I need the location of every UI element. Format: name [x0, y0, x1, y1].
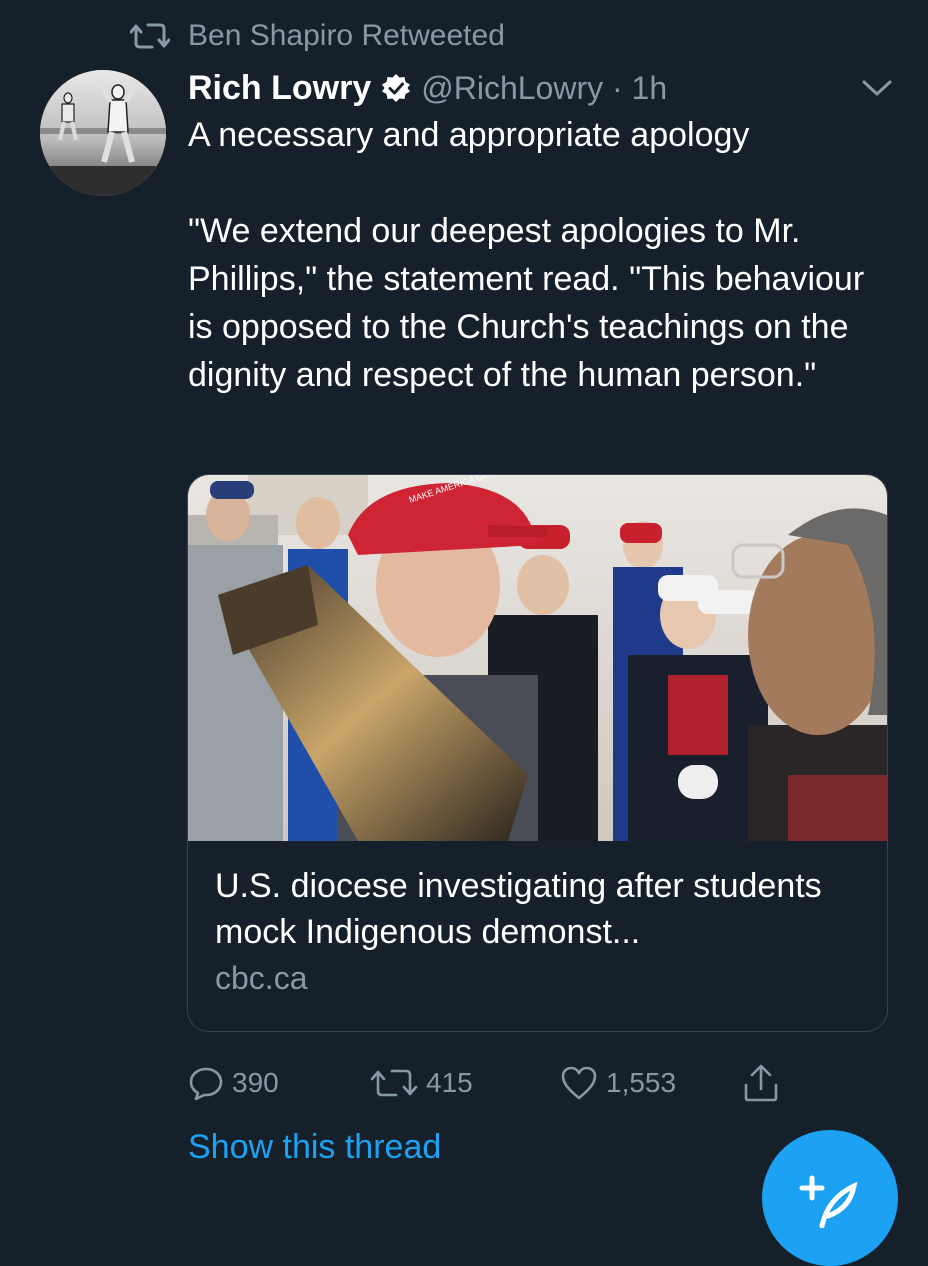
retweet-icon	[130, 23, 170, 49]
avatar-image	[40, 70, 166, 196]
compose-tweet-button[interactable]	[762, 1130, 898, 1266]
compose-feather-icon	[799, 1175, 858, 1228]
like-button[interactable]: 1,553	[560, 1060, 676, 1106]
share-button[interactable]	[742, 1060, 788, 1106]
card-title: U.S. diocese investigating after student…	[215, 867, 822, 951]
share-icon	[744, 1064, 778, 1102]
retweet-button[interactable]: 415	[370, 1060, 473, 1106]
like-count: 1,553	[606, 1067, 677, 1098]
handle-and-time[interactable]: @RichLowry · 1h	[421, 70, 667, 107]
reply-count: 390	[232, 1067, 279, 1098]
retweet-count: 415	[426, 1067, 473, 1098]
tweet-header: Rich Lowry @RichLowry · 1h	[188, 66, 667, 110]
card-domain: cbc.ca	[215, 960, 308, 996]
tweet-text: A necessary and appropriate apology "We …	[188, 116, 865, 394]
reply-button[interactable]: 390	[188, 1060, 279, 1106]
display-name[interactable]: Rich Lowry	[188, 69, 371, 108]
retweet-icon	[370, 1069, 418, 1097]
like-icon	[561, 1066, 597, 1100]
reply-icon	[189, 1067, 223, 1101]
tweet-actions: 390 415 1,553	[0, 1060, 928, 1106]
chevron-down-icon[interactable]	[860, 76, 894, 100]
retweet-context-label: Ben Shapiro Retweeted	[188, 19, 505, 52]
card-image: MAKE AMERICA GREAT AGAIN	[188, 475, 887, 841]
retweet-context[interactable]: Ben Shapiro Retweeted	[130, 16, 505, 56]
link-card[interactable]: MAKE AMERICA GREAT AGAIN U.S. diocese in…	[187, 474, 888, 1032]
verified-badge-icon	[382, 74, 411, 102]
show-thread-link[interactable]: Show this thread	[188, 1128, 441, 1167]
avatar[interactable]	[40, 70, 166, 196]
